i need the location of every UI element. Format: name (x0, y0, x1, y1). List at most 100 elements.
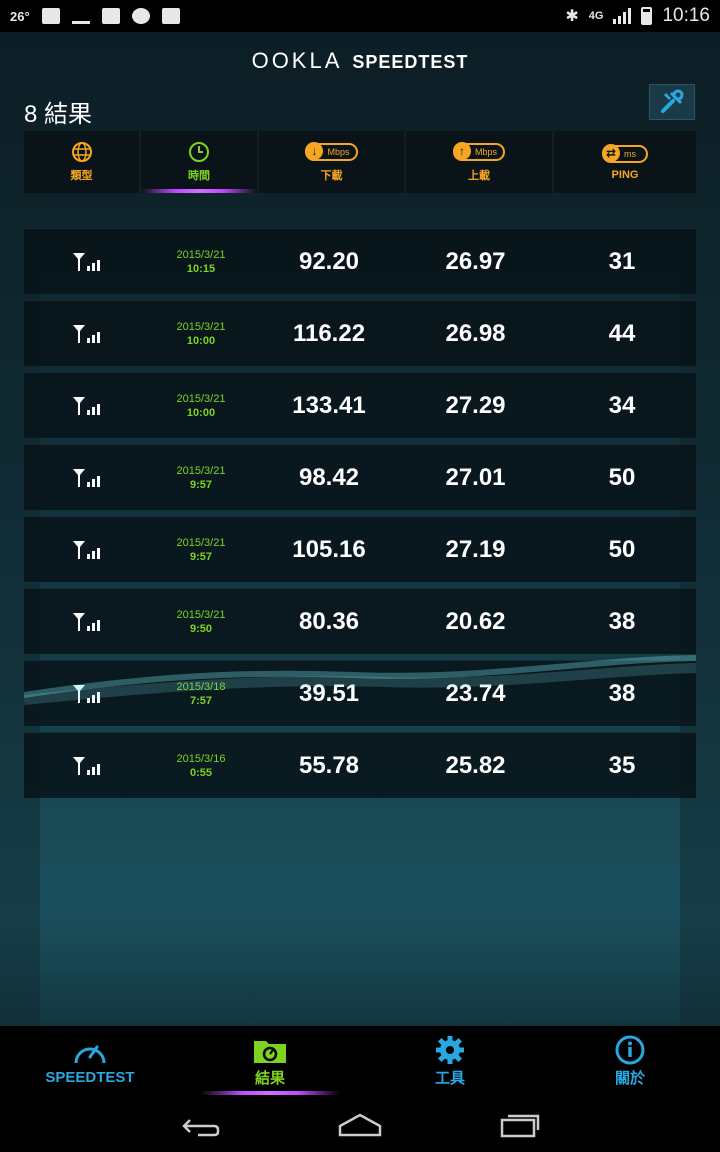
temperature-text: 26° (10, 8, 30, 24)
result-upload: 27.01 (445, 463, 506, 491)
battery-icon (641, 7, 653, 25)
upload-pill: ↑ Mbps (452, 142, 505, 161)
clock-text: 10:16 (662, 5, 710, 26)
result-datetime: 2015/3/18 7:57 (176, 680, 226, 707)
result-datetime: 2015/3/21 9:50 (176, 608, 226, 635)
result-datetime: 2015/3/21 10:00 (176, 392, 226, 419)
briefcase-icon (161, 8, 180, 24)
result-ping: 31 (608, 247, 636, 275)
arrow-up-icon: ↑ (452, 142, 471, 160)
result-ping: 50 (608, 463, 636, 491)
column-time-label: 時間 (188, 170, 210, 182)
results-folder-icon (254, 1041, 286, 1063)
arrow-down-icon: ↓ (305, 142, 324, 160)
globe-icon (71, 142, 92, 162)
gallery-icon (41, 8, 60, 24)
nav-speedtest[interactable]: SPEEDTEST (0, 1026, 180, 1097)
nav-results[interactable]: 結果 (180, 1026, 360, 1097)
result-download: 39.51 (298, 679, 360, 707)
clock-icon (189, 142, 209, 162)
result-datetime: 2015/3/21 9:57 (176, 536, 226, 563)
result-ping: 34 (608, 391, 636, 419)
result-upload: 25.82 (445, 751, 506, 779)
result-download: 105.16 (292, 535, 366, 563)
home-icon[interactable] (338, 1112, 382, 1138)
system-nav-bar (0, 1097, 720, 1152)
table-row[interactable]: 2015/3/21 9:50 80.36 20.62 38 (24, 588, 696, 654)
table-row[interactable]: 2015/3/21 9:57 105.16 27.19 50 (24, 516, 696, 582)
nav-results-label: 結果 (254, 1070, 285, 1087)
result-upload: 27.19 (445, 535, 506, 563)
table-row[interactable]: 2015/3/18 7:57 39.51 23.74 38 (24, 660, 696, 726)
cellular-antenna-icon (72, 252, 100, 271)
result-download: 80.36 (298, 607, 360, 635)
result-download: 55.78 (298, 751, 360, 779)
signal-icon (613, 8, 632, 24)
column-ping[interactable]: ⇄ ms PING (554, 131, 696, 193)
brand-speedtest: SPEEDTEST (352, 52, 469, 72)
result-download: 133.41 (292, 391, 366, 419)
bottom-nav: SPEEDTEST 結果 工具 關於 (0, 1025, 720, 1097)
result-ping: 44 (608, 319, 636, 347)
cellular-antenna-icon (72, 684, 100, 703)
status-bar: 26° ✱ 4G 10:16 (0, 0, 720, 32)
result-download: 92.20 (298, 247, 360, 275)
table-row[interactable]: 2015/3/21 10:00 133.41 27.29 34 (24, 372, 696, 438)
column-download-label: 下載 (320, 170, 343, 182)
nav-tools-label: 工具 (434, 1070, 465, 1087)
column-upload[interactable]: ↑ Mbps 上載 (406, 131, 552, 193)
info-icon (615, 1035, 645, 1065)
gear-icon (436, 1036, 464, 1064)
network-type-text: 4G (588, 10, 604, 22)
result-upload: 27.29 (445, 391, 506, 419)
cellular-antenna-icon (72, 468, 100, 487)
recent-apps-icon[interactable] (498, 1112, 542, 1138)
download-pill: ↓ Mbps (305, 142, 358, 161)
results-list: 2015/3/21 10:15 92.20 26.97 31 2015/3/21 1… (24, 228, 696, 804)
cellular-antenna-icon (72, 324, 100, 343)
column-upload-label: 上載 (468, 170, 490, 182)
brand-logo: OOKLA SPEEDTEST (0, 48, 720, 74)
column-ping-label: PING (611, 169, 639, 181)
nav-speedtest-label: SPEEDTEST (45, 1069, 135, 1086)
result-datetime: 2015/3/21 10:00 (176, 320, 226, 347)
result-datetime: 2015/3/21 10:15 (176, 248, 226, 275)
result-datetime: 2015/3/21 9:57 (176, 464, 226, 491)
ping-pill: ⇄ ms (602, 144, 648, 163)
table-row[interactable]: 2015/3/21 9:57 98.42 27.01 50 (24, 444, 696, 510)
result-ping: 35 (608, 751, 636, 779)
nav-tools[interactable]: 工具 (360, 1026, 540, 1097)
result-datetime: 2015/3/16 0:55 (176, 752, 226, 779)
tools-icon (661, 89, 684, 113)
result-ping: 38 (608, 679, 636, 707)
result-upload: 26.98 (445, 319, 506, 347)
column-download[interactable]: ↓ Mbps 下載 (259, 131, 404, 193)
alarm-icon (131, 8, 150, 24)
result-ping: 50 (608, 535, 636, 563)
nav-about-label: 關於 (614, 1070, 645, 1087)
back-icon[interactable] (178, 1112, 222, 1138)
page-title: 8 結果 (24, 101, 93, 128)
result-ping: 38 (608, 607, 636, 635)
ping-icon: ⇄ (602, 144, 620, 162)
column-type-label: 類型 (70, 170, 93, 182)
result-upload: 26.97 (445, 247, 506, 275)
cellular-antenna-icon (72, 756, 100, 775)
missed-call-icon (71, 8, 90, 24)
table-row[interactable]: 2015/3/21 10:15 92.20 26.97 31 (24, 228, 696, 294)
speedometer-icon (74, 1045, 106, 1064)
result-download: 116.22 (292, 319, 366, 347)
cellular-antenna-icon (72, 612, 100, 631)
table-row[interactable]: 2015/3/16 0:55 55.78 25.82 35 (24, 732, 696, 798)
edit-tools-button[interactable] (649, 84, 695, 120)
cellular-antenna-icon (72, 396, 100, 415)
nav-about[interactable]: 關於 (540, 1026, 720, 1097)
result-download: 98.42 (298, 463, 360, 491)
result-upload: 23.74 (445, 679, 506, 707)
brand-ookla: OOKLA (251, 48, 343, 73)
result-upload: 20.62 (445, 607, 506, 635)
table-row[interactable]: 2015/3/21 10:00 116.22 26.98 44 (24, 300, 696, 366)
column-type[interactable]: 類型 (24, 131, 139, 193)
bluetooth-icon: ✱ (565, 8, 579, 25)
column-time[interactable]: 時間 (141, 131, 257, 193)
